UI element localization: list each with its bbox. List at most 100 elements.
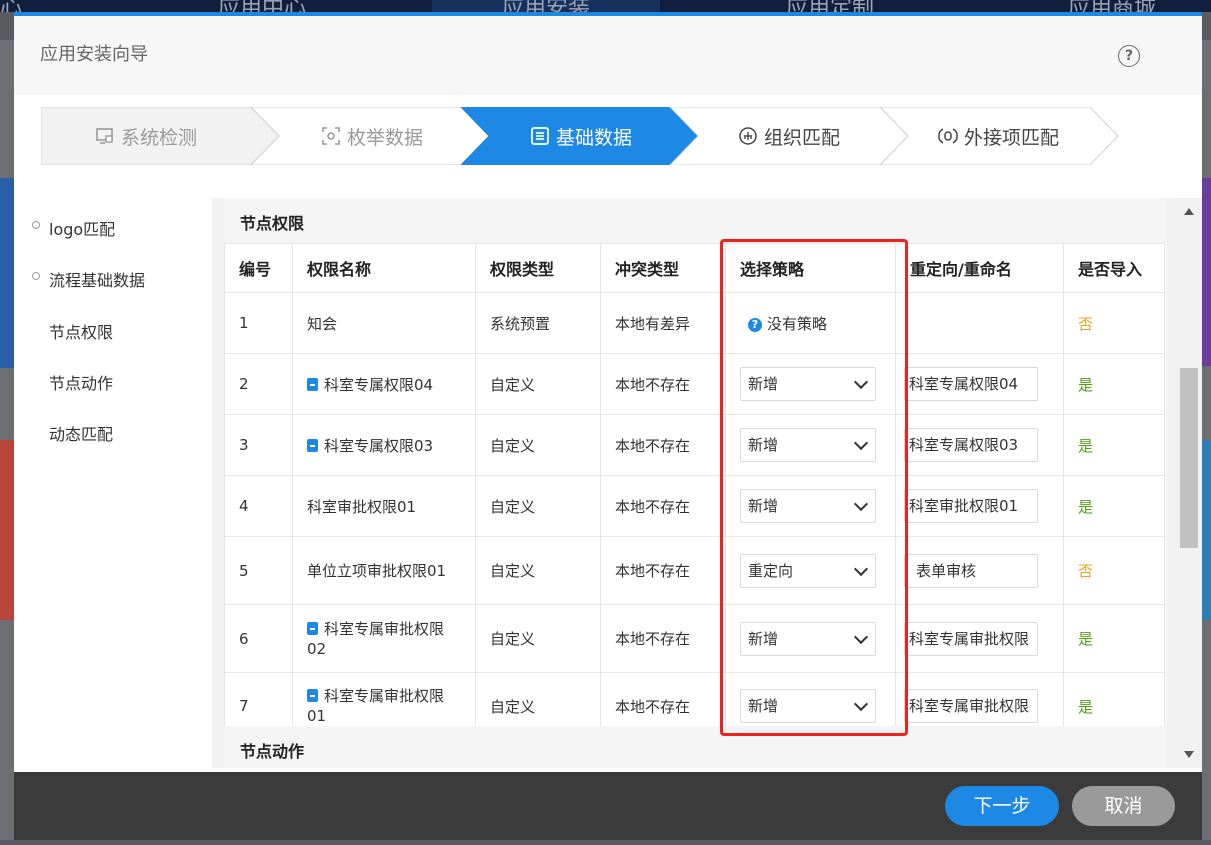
- cell-no: 5: [224, 536, 293, 605]
- document-icon: [307, 689, 318, 702]
- dialog-header: 应用安装向导 ?: [14, 16, 1202, 95]
- scroll-down-icon[interactable]: [1184, 751, 1194, 758]
- cell-rename: 表单审核: [895, 536, 1064, 605]
- column-header: 权限类型: [475, 243, 601, 293]
- bg-tab: 应用商城: [1068, 0, 1156, 12]
- section-header-bar: [224, 726, 1166, 768]
- cell-name: 科室审批权限01: [292, 475, 476, 537]
- column-header: 编号: [224, 243, 293, 293]
- section-title-next: 节点动作: [240, 742, 305, 761]
- background-tile: [1202, 178, 1211, 366]
- table-row: 6 科室专属审批权限02 自定义 本地不存在 新增 科室专属审批权限 是: [224, 604, 1165, 673]
- scroll-up-icon[interactable]: [1184, 208, 1194, 215]
- scroll-thumb[interactable]: [1180, 368, 1198, 548]
- cell-import: 是: [1063, 414, 1165, 476]
- cell-type: 自定义: [475, 353, 601, 415]
- step-label: 基础数据: [556, 126, 633, 149]
- name-text: 科室专属权限03: [324, 436, 434, 455]
- link-icon: [938, 128, 958, 144]
- permission-table: 编号 权限名称 权限类型 冲突类型 选择策略 重定向/重命名 是否导入 1 知会…: [224, 243, 1165, 740]
- chevron-down-icon: [853, 629, 869, 644]
- nav-item-node-action[interactable]: 节点动作: [49, 370, 113, 394]
- cell-rename: 科室专属审批权限: [895, 604, 1064, 673]
- nav-item-dynamic-match[interactable]: 动态匹配: [49, 421, 113, 445]
- cell-conflict: 本地不存在: [600, 604, 726, 673]
- install-wizard-dialog: 应用安装向导 ? 系统检测 枚举数据 基础数据 组织匹配 外接项匹配 logo匹…: [14, 12, 1202, 840]
- document-icon: [307, 438, 318, 452]
- step-system-check[interactable]: 系统检测: [95, 107, 197, 165]
- rename-input[interactable]: 科室专属审批权限: [904, 689, 1038, 723]
- cancel-button[interactable]: 取消: [1072, 786, 1175, 826]
- cell-no: 4: [224, 475, 293, 537]
- monitor-icon: [96, 128, 113, 144]
- strategy-select[interactable]: 新增: [740, 428, 876, 462]
- rename-input[interactable]: 表单审核: [904, 553, 1038, 588]
- select-value: 新增: [748, 629, 779, 648]
- cell-name: 科室专属审批权限02: [292, 604, 476, 673]
- background-app-nav: 心 应用中心 应用安装 应用定制 应用商城: [0, 0, 1211, 12]
- column-header: 冲突类型: [600, 243, 726, 293]
- cell-rename: 科室审批权限01: [895, 475, 1064, 537]
- step-label: 枚举数据: [347, 126, 424, 149]
- name-text: 科室专属权限04: [324, 375, 434, 394]
- rename-input[interactable]: 科室专属权限03: [904, 428, 1038, 462]
- section-title: 节点权限: [240, 214, 305, 233]
- select-value: 新增: [748, 697, 779, 715]
- question-icon: ?: [748, 317, 762, 332]
- chevron-down-icon: [853, 435, 869, 451]
- section-header-bar: [224, 198, 1166, 243]
- select-value: 新增: [748, 497, 779, 515]
- nav-item-logo-match[interactable]: logo匹配: [49, 216, 115, 240]
- bg-tab: 应用安装: [432, 0, 661, 12]
- cell-conflict: 本地有差异: [600, 292, 726, 354]
- background-tile: [1202, 440, 1211, 620]
- help-icon[interactable]: ?: [1118, 45, 1140, 67]
- step-external-match[interactable]: 外接项匹配: [938, 107, 1059, 165]
- table-row: 5 单位立项审批权限01 自定义 本地不存在 重定向 表单审核 否: [224, 536, 1165, 605]
- nav-item-flow-basic-data[interactable]: 流程基础数据: [49, 267, 145, 291]
- cell-type: 系统预置: [475, 292, 601, 354]
- nav-bullet-icon: [32, 272, 40, 280]
- rename-input[interactable]: 科室专属权限04: [904, 367, 1038, 401]
- document-icon: [307, 377, 318, 391]
- strategy-select[interactable]: 新增: [740, 489, 876, 523]
- cell-import: 否: [1063, 292, 1165, 354]
- chevron-down-icon: [853, 496, 869, 512]
- bg-tab: 应用中心: [218, 0, 306, 12]
- cell-no: 2: [224, 353, 293, 415]
- nav-item-node-permission[interactable]: 节点权限: [49, 319, 113, 343]
- left-nav: logo匹配 流程基础数据 节点权限 节点动作 动态匹配: [14, 198, 212, 768]
- cell-name: 科室专属权限04: [292, 353, 476, 415]
- name-text: 科室专属审批权限02: [307, 619, 445, 658]
- column-header: 重定向/重命名: [895, 243, 1064, 293]
- table-row: 3 科室专属权限03 自定义 本地不存在 新增 科室专属权限03 是: [224, 414, 1165, 476]
- cell-type: 自定义: [475, 604, 601, 673]
- background-tile: [0, 178, 14, 368]
- strategy-select[interactable]: 新增: [740, 367, 876, 401]
- cell-rename: [895, 292, 1064, 354]
- cell-strategy: 新增: [725, 414, 896, 476]
- step-basic-data[interactable]: 基础数据: [530, 107, 632, 165]
- dialog-footer: 下一步 取消: [14, 772, 1202, 840]
- wizard-stepper: 系统检测 枚举数据 基础数据 组织匹配 外接项匹配: [41, 107, 1121, 165]
- strategy-select[interactable]: 新增: [740, 689, 876, 723]
- select-value: 重定向: [748, 561, 794, 580]
- cell-import: 否: [1063, 536, 1165, 605]
- column-header: 权限名称: [292, 243, 476, 293]
- cell-import: 是: [1063, 475, 1165, 537]
- document-icon: [307, 621, 318, 635]
- table-header-row: 编号 权限名称 权限类型 冲突类型 选择策略 重定向/重命名 是否导入: [224, 243, 1165, 293]
- cell-type: 自定义: [475, 536, 601, 605]
- cell-no: 1: [224, 292, 293, 354]
- next-step-button[interactable]: 下一步: [945, 786, 1059, 826]
- step-enum-data[interactable]: 枚举数据: [321, 107, 423, 165]
- strategy-select[interactable]: 新增: [740, 621, 876, 656]
- background-tile: [0, 440, 14, 620]
- rename-input[interactable]: 科室审批权限01: [904, 489, 1038, 523]
- chevron-down-icon: [853, 374, 869, 390]
- content-scrollbar[interactable]: [1176, 198, 1202, 768]
- step-org-match[interactable]: 组织匹配: [738, 107, 840, 165]
- strategy-select[interactable]: 重定向: [740, 553, 876, 588]
- column-header: 选择策略: [725, 243, 896, 293]
- rename-input[interactable]: 科室专属审批权限: [904, 621, 1038, 656]
